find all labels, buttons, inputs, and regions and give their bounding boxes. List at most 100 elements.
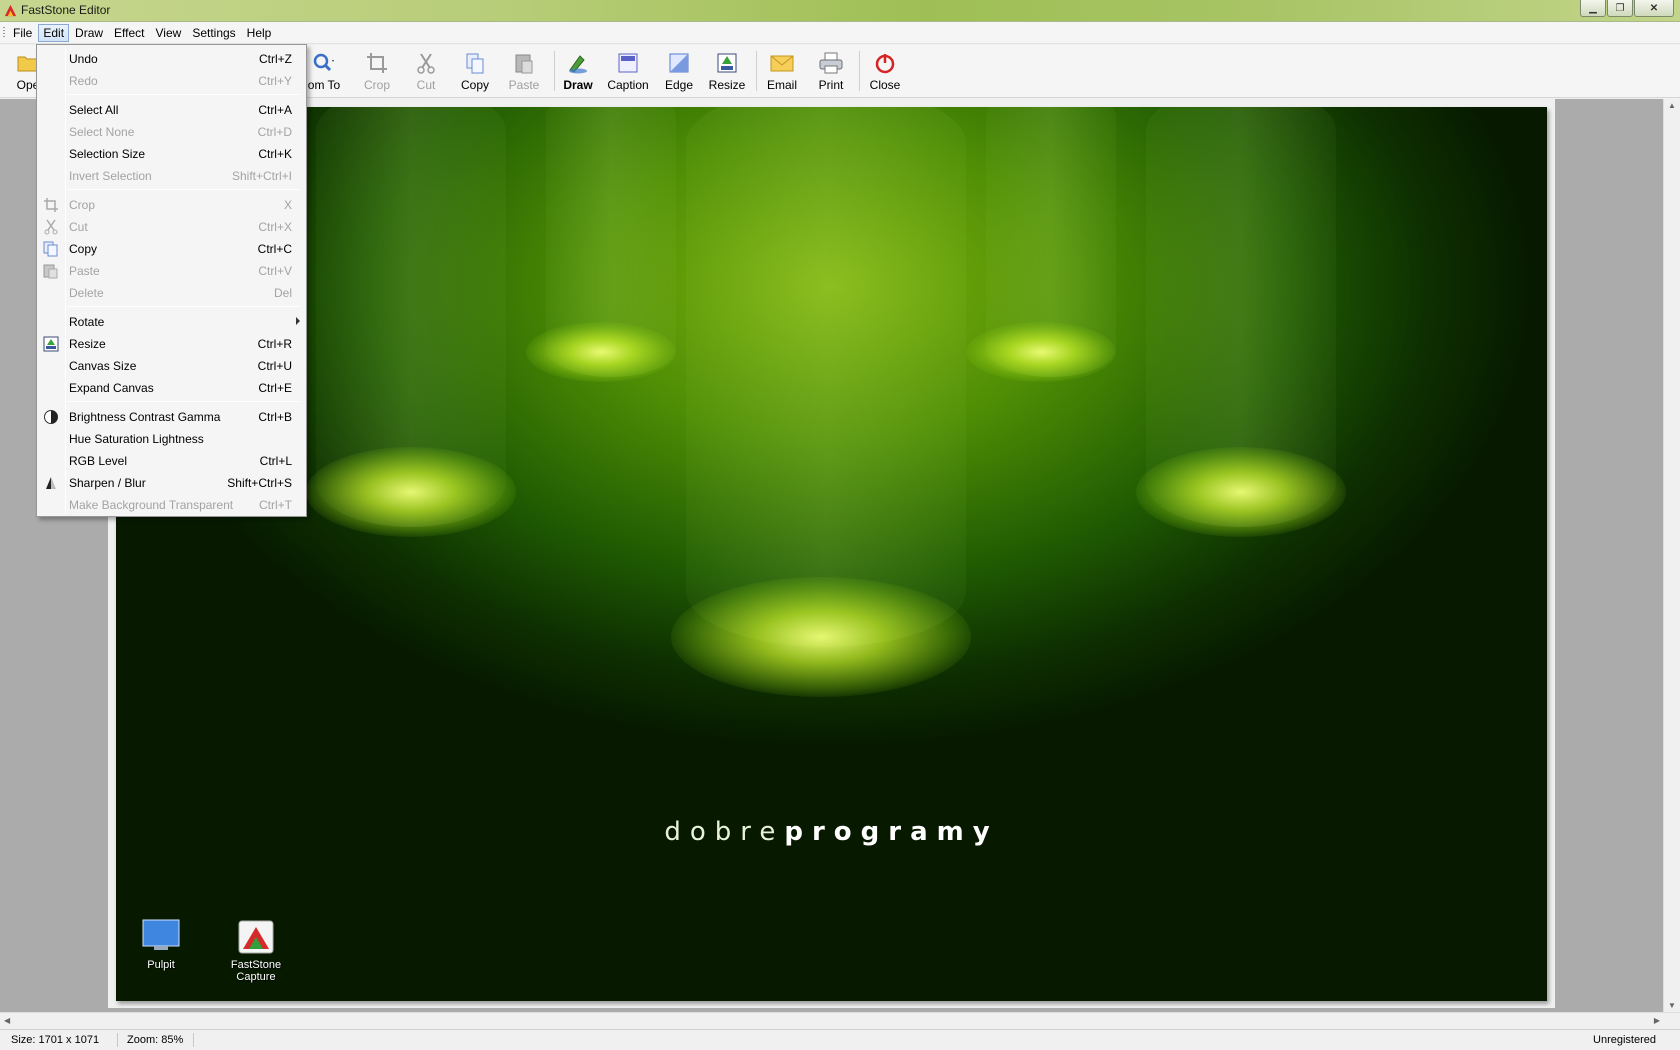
menu-item-canvas-size[interactable]: Canvas Size Ctrl+U: [39, 355, 304, 377]
menu-draw[interactable]: Draw: [70, 24, 108, 42]
pulpit-label: Pulpit: [147, 959, 175, 971]
printer-icon: [819, 51, 843, 75]
maximize-button[interactable]: ❐: [1607, 0, 1633, 17]
caption-icon: [616, 51, 640, 75]
menu-item-label: Undo: [69, 52, 98, 66]
print-button[interactable]: Print: [807, 49, 855, 95]
scroll-right-icon[interactable]: ▶: [1654, 1016, 1660, 1025]
crop-button[interactable]: Crop: [353, 49, 401, 95]
print-label: Print: [818, 78, 844, 92]
window-title: FastStone Editor: [21, 3, 111, 17]
menu-separator: [67, 94, 300, 95]
glow-spot: [671, 577, 971, 697]
horizontal-scrollbar[interactable]: ◀ ▶: [0, 1012, 1680, 1029]
scroll-up-icon[interactable]: ▲: [1668, 101, 1676, 110]
menu-item-invert-selection[interactable]: Invert Selection Shift+Ctrl+I: [39, 165, 304, 187]
glow-spot: [306, 447, 516, 537]
menu-separator: [67, 306, 300, 307]
menu-item-brightness-contrast-gamma[interactable]: Brightness Contrast Gamma Ctrl+B: [39, 406, 304, 428]
menu-item-shortcut: Ctrl+K: [258, 147, 292, 161]
menu-item-label: Brightness Contrast Gamma: [69, 410, 221, 424]
menu-item-shortcut: X: [283, 198, 292, 212]
menu-item-select-none[interactable]: Select None Ctrl+D: [39, 121, 304, 143]
menu-item-shortcut: Ctrl+U: [257, 359, 292, 373]
faststone-capture-icon: [237, 919, 275, 954]
status-separator: [117, 1033, 118, 1047]
paste-button[interactable]: Paste: [500, 49, 548, 95]
menu-item-make-background-transparent[interactable]: Make Background Transparent Ctrl+T: [39, 494, 304, 516]
scroll-left-icon[interactable]: ◀: [4, 1016, 10, 1025]
menu-file[interactable]: File: [8, 24, 37, 42]
menu-settings[interactable]: Settings: [187, 24, 240, 42]
paste-label: Paste: [508, 78, 540, 92]
desktop-icon-pulpit[interactable]: Pulpit: [116, 919, 206, 971]
copy-label: Copy: [460, 78, 489, 92]
menu-item-expand-canvas[interactable]: Expand Canvas Ctrl+E: [39, 377, 304, 399]
menu-item-redo[interactable]: Redo Ctrl+Y: [39, 70, 304, 92]
status-bar: Size: 1701 x 1071 Zoom: 85% Unregistered: [0, 1029, 1680, 1050]
submenu-arrow-icon: [296, 317, 300, 325]
menu-item-shortcut: Ctrl+Y: [258, 74, 292, 88]
magnifier-icon: [312, 51, 336, 75]
menu-item-shortcut: Ctrl+A: [258, 103, 292, 117]
resize-button[interactable]: Resize: [703, 49, 751, 95]
menubar-grip[interactable]: [3, 27, 5, 39]
edge-label: Edge: [664, 78, 694, 92]
caption-button[interactable]: Caption: [604, 49, 652, 95]
menu-item-rotate[interactable]: Rotate: [39, 311, 304, 333]
menu-item-undo[interactable]: Undo Ctrl+Z: [39, 48, 304, 70]
brand-bold: programy: [784, 817, 999, 847]
faststone-capture-label: FastStone Capture: [230, 959, 282, 983]
menu-item-crop[interactable]: Crop X: [39, 194, 304, 216]
menu-item-label: Selection Size: [69, 147, 146, 161]
close-icon: ✕: [1649, 2, 1659, 14]
crop-label: Crop: [363, 78, 390, 92]
draw-button[interactable]: Draw: [554, 49, 602, 95]
copy-button[interactable]: Copy: [451, 49, 499, 95]
menu-item-shortcut: Shift+Ctrl+I: [231, 169, 292, 183]
edge-button[interactable]: Edge: [655, 49, 703, 95]
menu-item-selection-size[interactable]: Selection Size Ctrl+K: [39, 143, 304, 165]
close-window-button[interactable]: ✕: [1634, 0, 1674, 17]
toolbar-separator: [756, 51, 757, 91]
copy-icon: [463, 51, 487, 75]
close-button[interactable]: Close: [861, 49, 909, 95]
vertical-scrollbar[interactable]: ▲ ▼: [1663, 99, 1680, 1012]
zoom-to-button[interactable]: om To: [300, 49, 348, 95]
menu-effect[interactable]: Effect: [109, 24, 149, 42]
glow-spot: [966, 322, 1116, 382]
email-button[interactable]: Email: [758, 49, 806, 95]
menu-item-label: Hue Saturation Lightness: [69, 432, 204, 446]
menu-item-hue-saturation-lightness[interactable]: Hue Saturation Lightness: [39, 428, 304, 450]
menu-item-label: Delete: [69, 286, 104, 300]
menu-item-label: Make Background Transparent: [69, 498, 234, 512]
menu-item-shortcut: Ctrl+R: [257, 337, 292, 351]
menu-item-copy[interactable]: Copy Ctrl+C: [39, 238, 304, 260]
menu-item-rgb-level[interactable]: RGB Level Ctrl+L: [39, 450, 304, 472]
menu-item-shortcut: Ctrl+V: [258, 264, 292, 278]
menu-edit[interactable]: Edit: [38, 23, 70, 42]
menu-item-resize[interactable]: Resize Ctrl+R: [39, 333, 304, 355]
menu-view[interactable]: View: [151, 24, 187, 42]
scissors-icon: [414, 51, 438, 75]
cut-button[interactable]: Cut: [402, 49, 450, 95]
menu-item-label: Copy: [69, 242, 98, 256]
desktop-icon-faststone-capture[interactable]: FastStone Capture: [211, 919, 301, 983]
monitor-icon: [142, 919, 180, 951]
menu-item-delete[interactable]: Delete Del: [39, 282, 304, 304]
menu-item-label: Canvas Size: [69, 359, 137, 373]
email-label: Email: [766, 78, 797, 92]
crop-icon: [365, 51, 389, 75]
image-canvas[interactable]: dobreprogramy Pulpit FastStone Capture: [116, 107, 1547, 1001]
menu-item-sharpen-blur[interactable]: Sharpen / Blur Shift+Ctrl+S: [39, 472, 304, 494]
status-separator: [193, 1033, 194, 1047]
scroll-down-icon[interactable]: ▼: [1668, 1001, 1676, 1010]
minimize-button[interactable]: ▁: [1580, 0, 1606, 17]
menu-help[interactable]: Help: [242, 24, 277, 42]
paste-icon: [43, 264, 58, 279]
menu-separator: [67, 189, 300, 190]
menu-item-cut[interactable]: Cut Ctrl+X: [39, 216, 304, 238]
menu-item-select-all[interactable]: Select All Ctrl+A: [39, 99, 304, 121]
draw-label: Draw: [563, 78, 593, 92]
menu-item-paste[interactable]: Paste Ctrl+V: [39, 260, 304, 282]
